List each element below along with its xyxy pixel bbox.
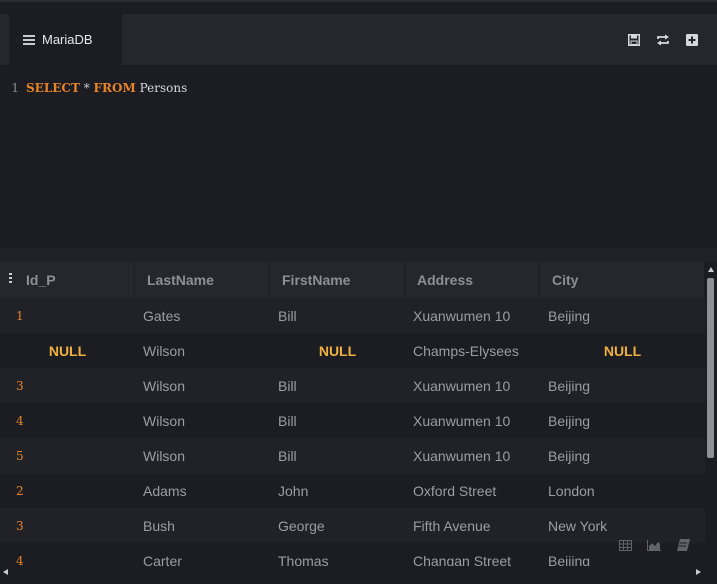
line-number: 1 <box>11 81 19 95</box>
keyword-select: SELECT <box>26 81 80 95</box>
star-token: * <box>79 81 94 95</box>
cell-address[interactable]: Xuanwumen 10 <box>405 438 540 473</box>
tab-bar: MariaDB <box>0 14 717 65</box>
cell-firstname[interactable]: Bill <box>270 298 405 333</box>
cell-id-p[interactable]: 2 <box>0 473 135 508</box>
sql-editor[interactable]: 1 SELECT * FROM Persons <box>0 65 717 248</box>
cell-city[interactable]: London <box>540 473 705 508</box>
column-header-firstname[interactable]: FirstName <box>270 262 405 298</box>
save-icon <box>627 33 640 46</box>
view-toolbar <box>618 538 690 552</box>
toolbar <box>626 32 699 47</box>
scroll-right-arrow-icon[interactable] <box>696 569 701 575</box>
keyword-from: FROM <box>93 81 136 95</box>
table-row[interactable]: 2 Adams John Oxford Street London <box>0 473 705 508</box>
table-name: Persons <box>135 81 188 95</box>
table-row[interactable]: NULL Wilson NULL Champs-Elysees NULL <box>0 333 705 368</box>
cell-firstname[interactable]: Bill <box>270 368 405 403</box>
cell-lastname[interactable]: Gates <box>135 298 270 333</box>
cell-id-p[interactable]: 1 <box>0 298 135 333</box>
cell-city[interactable]: Beijing <box>540 438 705 473</box>
text-view-button[interactable] <box>676 538 690 552</box>
cell-city[interactable]: Beijing <box>540 403 705 438</box>
table-row[interactable]: 3 Wilson Bill Xuanwumen 10 Beijing <box>0 368 705 403</box>
cell-address[interactable]: Xuanwumen 10 <box>405 298 540 333</box>
pane-divider[interactable] <box>0 248 717 262</box>
document-icon <box>676 539 690 551</box>
chart-view-button[interactable] <box>647 538 661 552</box>
table-row[interactable]: 4 Wilson Bill Xuanwumen 10 Beijing <box>0 403 705 438</box>
column-header-lastname[interactable]: LastName <box>135 262 270 298</box>
column-header-city[interactable]: City <box>540 262 705 298</box>
cell-lastname[interactable]: Adams <box>135 473 270 508</box>
cell-lastname[interactable]: Wilson <box>135 438 270 473</box>
cell-address[interactable]: Fifth Avenue <box>405 508 540 543</box>
save-button[interactable] <box>626 32 641 47</box>
cell-id-p[interactable]: 4 <box>0 403 135 438</box>
column-menu-icon[interactable] <box>9 273 12 283</box>
result-grid: Id_P LastName FirstName Address City 1 Ga… <box>0 262 705 572</box>
add-icon <box>685 33 698 46</box>
cell-id-p[interactable]: 3 <box>0 508 135 543</box>
column-header-address[interactable]: Address <box>405 262 540 298</box>
database-icon <box>23 34 35 45</box>
cell-city[interactable]: Beijing <box>540 368 705 403</box>
cell-address[interactable]: Xuanwumen 10 <box>405 368 540 403</box>
scroll-up-arrow-icon[interactable] <box>708 267 714 272</box>
cell-lastname[interactable]: Wilson <box>135 368 270 403</box>
column-header-label: Id_P <box>26 272 56 288</box>
grid-body: 1 Gates Bill Xuanwumen 10 Beijing NULL Wilson N… <box>0 298 705 572</box>
cell-lastname[interactable]: Wilson <box>135 403 270 438</box>
vertical-scrollbar[interactable] <box>705 262 717 572</box>
cell-address[interactable]: Champs-Elysees <box>405 333 540 368</box>
cell-firstname[interactable]: John <box>270 473 405 508</box>
area-chart-icon <box>647 539 661 551</box>
table-row[interactable]: 1 Gates Bill Xuanwumen 10 Beijing <box>0 298 705 333</box>
add-button[interactable] <box>684 32 699 47</box>
editor-line: 1 SELECT * FROM Persons <box>0 80 187 96</box>
scroll-thumb[interactable] <box>707 278 714 458</box>
column-header-label: Address <box>417 272 474 288</box>
column-header-label: FirstName <box>282 272 351 288</box>
cell-city[interactable]: NULL <box>540 333 705 368</box>
cell-id-p[interactable]: 3 <box>0 368 135 403</box>
tab-mariadb[interactable]: MariaDB <box>9 14 122 65</box>
column-header-label: LastName <box>147 272 214 288</box>
cell-lastname[interactable]: Bush <box>135 508 270 543</box>
scroll-left-arrow-icon[interactable] <box>3 569 8 575</box>
table-row[interactable]: 3 Bush George Fifth Avenue New York <box>0 508 705 543</box>
cell-firstname[interactable]: Bill <box>270 438 405 473</box>
grid-header: Id_P LastName FirstName Address City <box>0 262 705 298</box>
cell-address[interactable]: Oxford Street <box>405 473 540 508</box>
column-header-id-p[interactable]: Id_P <box>0 262 135 298</box>
horizontal-scrollbar[interactable] <box>0 566 717 584</box>
cell-firstname[interactable]: George <box>270 508 405 543</box>
table-row[interactable]: 5 Wilson Bill Xuanwumen 10 Beijing <box>0 438 705 473</box>
cell-firstname[interactable]: NULL <box>270 333 405 368</box>
table-view-button[interactable] <box>618 538 632 552</box>
cell-address[interactable]: Xuanwumen 10 <box>405 403 540 438</box>
cell-city[interactable]: Beijing <box>540 298 705 333</box>
top-strip <box>0 0 717 14</box>
table-icon <box>618 539 632 551</box>
tab-label: MariaDB <box>42 32 93 47</box>
refresh-button[interactable] <box>655 32 670 47</box>
refresh-icon <box>656 34 669 45</box>
cell-id-p[interactable]: 5 <box>0 438 135 473</box>
column-header-label: City <box>552 272 579 288</box>
cell-id-p[interactable]: NULL <box>0 333 135 368</box>
cell-lastname[interactable]: Wilson <box>135 333 270 368</box>
cell-firstname[interactable]: Bill <box>270 403 405 438</box>
